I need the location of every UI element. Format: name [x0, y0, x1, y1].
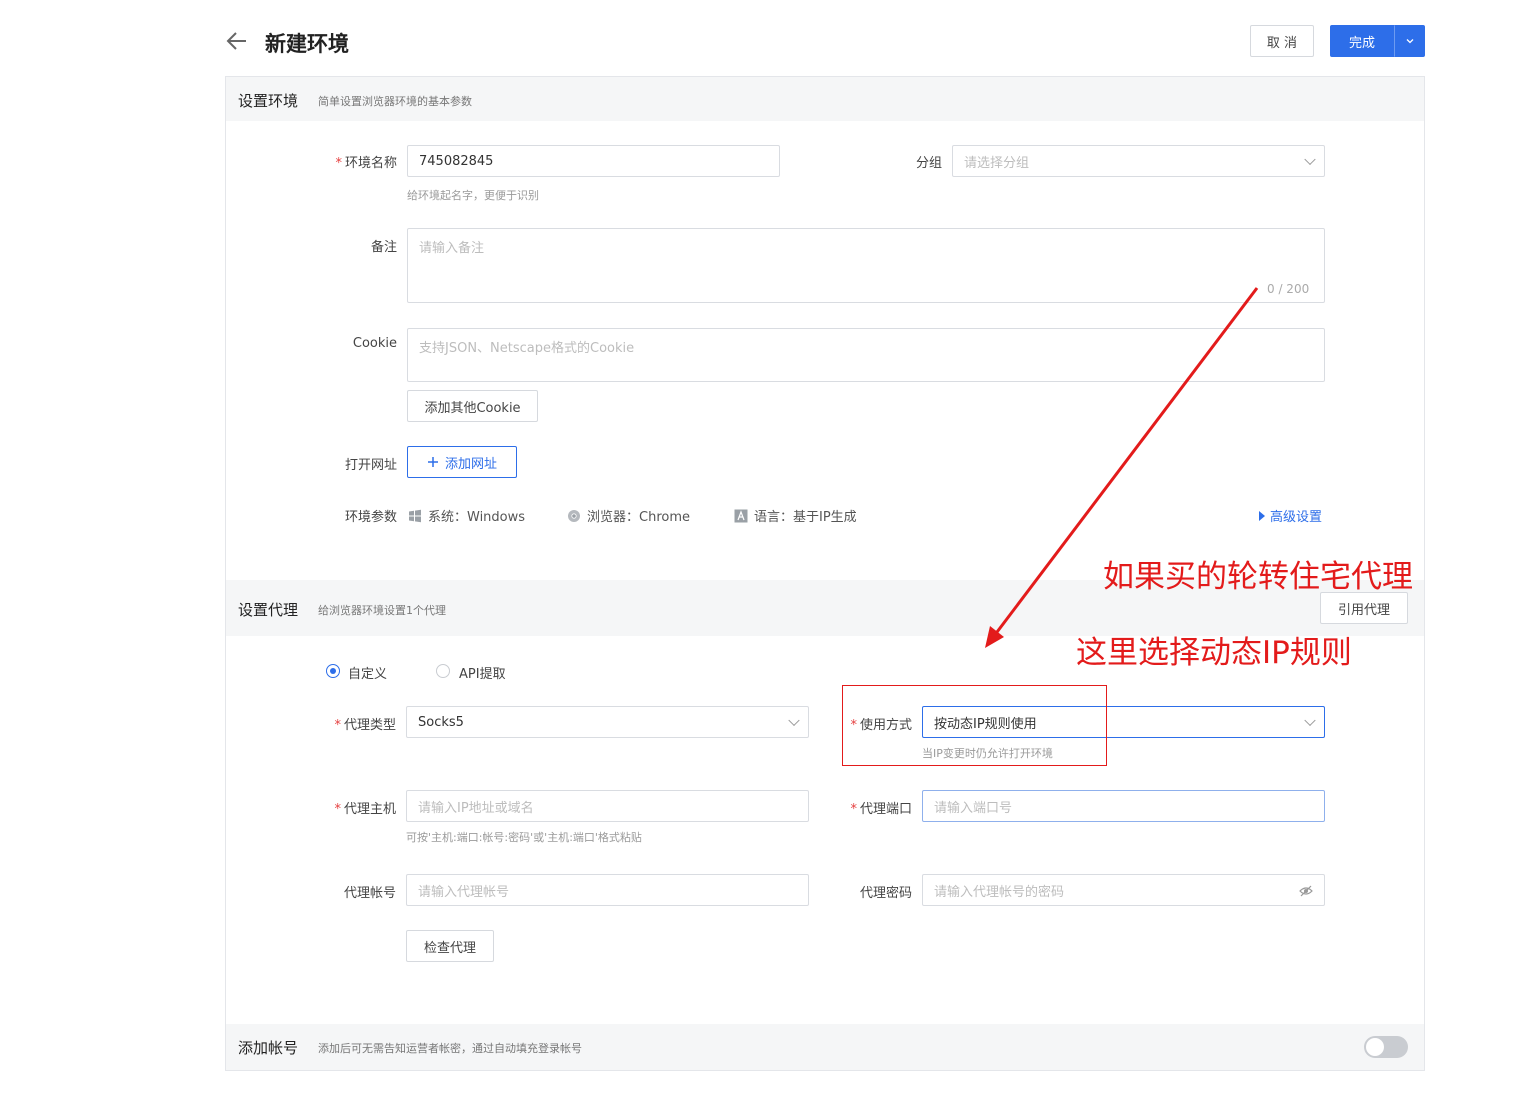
annotation-arrow: [985, 287, 1259, 648]
annotation-line-2: 这里选择动态IP规则: [1076, 635, 1352, 671]
annotation-line-1: 如果买的轮转住宅代理: [1103, 559, 1413, 595]
